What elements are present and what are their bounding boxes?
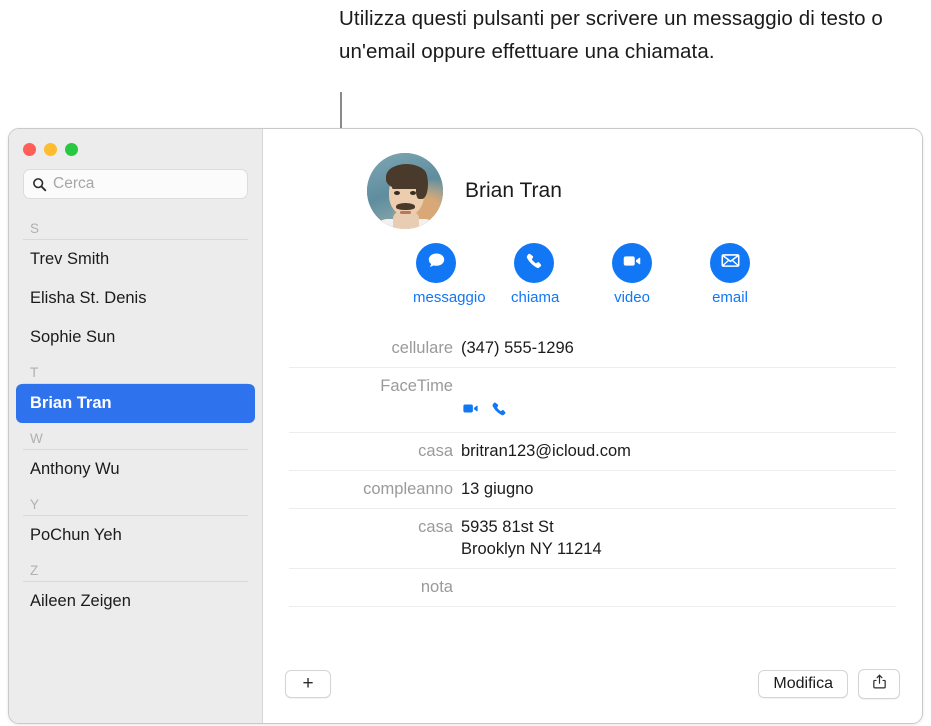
list-item[interactable]: Elisha St. Denis xyxy=(16,279,255,318)
list-item[interactable]: Sophie Sun xyxy=(16,318,255,357)
info-row-mobile[interactable]: cellulare (347) 555-1296 xyxy=(289,330,896,368)
share-button[interactable] xyxy=(858,669,900,699)
video-button-circle xyxy=(612,243,652,283)
search-placeholder: Cerca xyxy=(53,174,95,192)
add-button[interactable]: + xyxy=(285,670,331,698)
zoom-button[interactable] xyxy=(65,143,78,156)
video-button[interactable]: video xyxy=(609,243,655,306)
info-row-email[interactable]: casa britran123@icloud.com xyxy=(289,433,896,471)
bottom-toolbar: + Modifica xyxy=(263,657,922,723)
contact-header: Brian Tran xyxy=(263,129,922,229)
video-camera-icon[interactable] xyxy=(461,377,480,424)
call-button[interactable]: chiama xyxy=(511,243,560,306)
video-camera-icon xyxy=(621,250,643,277)
search-container: Cerca xyxy=(9,156,262,199)
message-button-circle xyxy=(416,243,456,283)
list-item[interactable]: PoChun Yeh xyxy=(16,516,255,555)
contacts-window: Cerca S Trev Smith Elisha St. Denis Soph… xyxy=(8,128,923,724)
info-row-label: casa xyxy=(418,442,453,460)
info-row-address[interactable]: casa 5935 81st St Brooklyn NY 11214 xyxy=(289,509,896,569)
info-row-value xyxy=(461,375,508,424)
video-button-label: video xyxy=(614,289,650,306)
sidebar: Cerca S Trev Smith Elisha St. Denis Soph… xyxy=(9,129,263,723)
contact-list: S Trev Smith Elisha St. Denis Sophie Sun… xyxy=(9,213,262,621)
section-header-w: W xyxy=(23,423,248,450)
message-bubble-icon xyxy=(426,250,447,276)
close-button[interactable] xyxy=(23,143,36,156)
info-row-value: britran123@icloud.com xyxy=(461,442,631,460)
info-row-note[interactable]: nota xyxy=(289,569,896,607)
section-header-z: Z xyxy=(23,555,248,582)
info-row-label: cellulare xyxy=(391,339,453,357)
info-row-label: casa xyxy=(418,518,453,536)
share-icon xyxy=(871,673,888,695)
search-input[interactable]: Cerca xyxy=(23,169,248,199)
list-item[interactable]: Aileen Zeigen xyxy=(16,582,255,621)
email-button-circle xyxy=(710,243,750,283)
info-row-birthday[interactable]: compleanno 13 giugno xyxy=(289,471,896,509)
info-row-label: nota xyxy=(420,578,453,596)
phone-icon[interactable] xyxy=(490,378,508,424)
section-header-y: Y xyxy=(23,489,248,516)
window-controls xyxy=(9,129,262,156)
message-button[interactable]: messaggio xyxy=(413,243,486,306)
page-title: Brian Tran xyxy=(465,179,562,202)
call-button-label: chiama xyxy=(511,289,560,306)
info-row-value: 13 giugno xyxy=(461,480,534,498)
info-row-value: (347) 555-1296 xyxy=(461,339,574,357)
message-button-label: messaggio xyxy=(413,289,486,306)
section-header-s: S xyxy=(23,213,248,240)
list-item[interactable]: Anthony Wu xyxy=(16,450,255,489)
contact-info-table: cellulare (347) 555-1296 FaceTime casa b… xyxy=(289,330,896,607)
call-button-circle xyxy=(514,243,554,283)
info-row-value: 5935 81st St Brooklyn NY 11214 xyxy=(461,518,602,558)
phone-icon xyxy=(524,251,544,276)
info-row-label: FaceTime xyxy=(380,377,453,395)
contact-detail-pane: Brian Tran messaggio chiama video email … xyxy=(263,129,922,723)
info-row-label: compleanno xyxy=(363,480,453,498)
list-item-selected[interactable]: Brian Tran xyxy=(16,384,255,423)
section-header-t: T xyxy=(23,357,248,384)
list-item[interactable]: Trev Smith xyxy=(16,240,255,279)
info-row-facetime[interactable]: FaceTime xyxy=(289,368,896,433)
email-button-label: email xyxy=(712,289,748,306)
callout-text: Utilizza questi pulsanti per scrivere un… xyxy=(339,7,883,63)
minimize-button[interactable] xyxy=(44,143,57,156)
email-button[interactable]: email xyxy=(707,243,753,306)
envelope-icon xyxy=(720,250,741,276)
action-buttons: messaggio chiama video email xyxy=(263,229,922,306)
avatar[interactable] xyxy=(367,153,443,229)
screenshot-root: Utilizza questi pulsanti per scrivere un… xyxy=(0,0,931,726)
edit-button[interactable]: Modifica xyxy=(758,670,848,698)
search-icon xyxy=(32,177,47,192)
